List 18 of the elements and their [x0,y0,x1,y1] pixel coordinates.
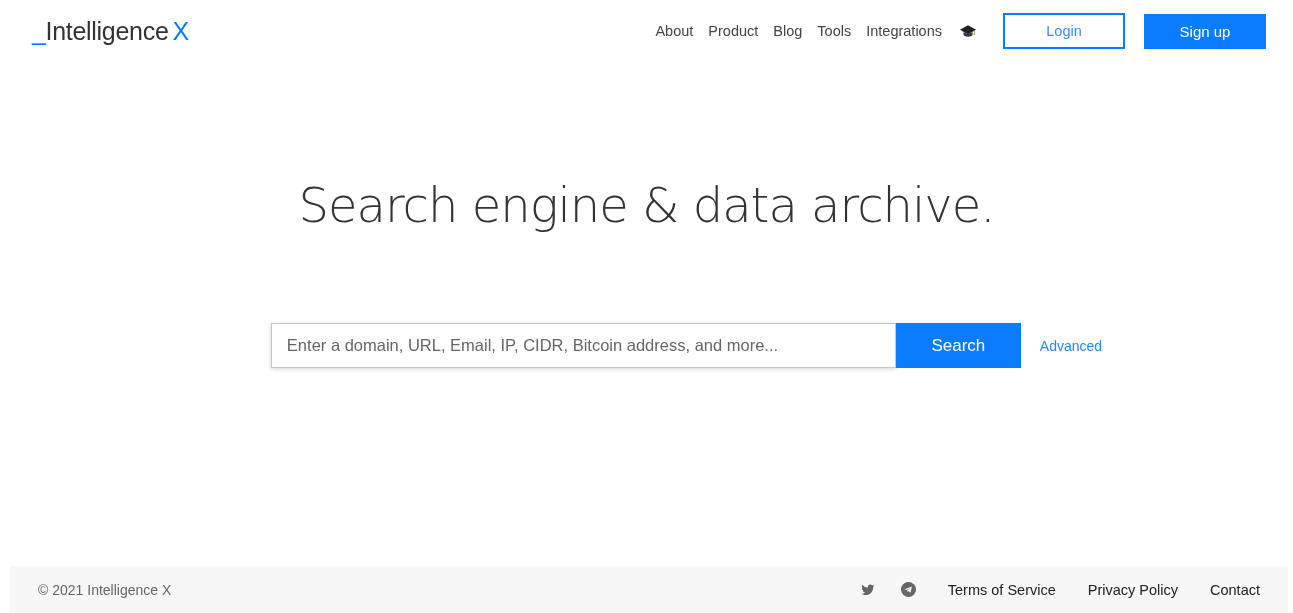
paper-plane-icon[interactable] [900,582,916,597]
nav-link[interactable]: Product [708,23,759,39]
nav-link[interactable]: Blog [773,23,803,39]
graduation-cap-icon[interactable] [959,23,977,39]
copyright-text: © 2021 Intelligence X [38,581,172,598]
nav-link[interactable]: Integrations [866,23,942,39]
bird-icon[interactable] [860,583,875,596]
search-field[interactable]: Enter a domain, URL, Email, IP, CIDR, Bitcoin address, and more... [270,323,896,368]
footer-link[interactable]: Terms of Service [947,581,1056,598]
logo[interactable]: _Intelligence X [32,16,189,46]
sign-up-button[interactable]: Sign up [1144,13,1266,49]
footer-link[interactable]: Privacy Policy [1087,581,1178,598]
nav-link[interactable]: About [655,23,694,39]
nav-link[interactable]: Tools [817,23,852,39]
footer-link[interactable]: Contact [1210,581,1260,598]
search-button[interactable]: Search [895,323,1021,368]
headline: Search engine & data archive. [298,177,995,233]
advanced-link[interactable]: Advanced [1039,337,1103,354]
